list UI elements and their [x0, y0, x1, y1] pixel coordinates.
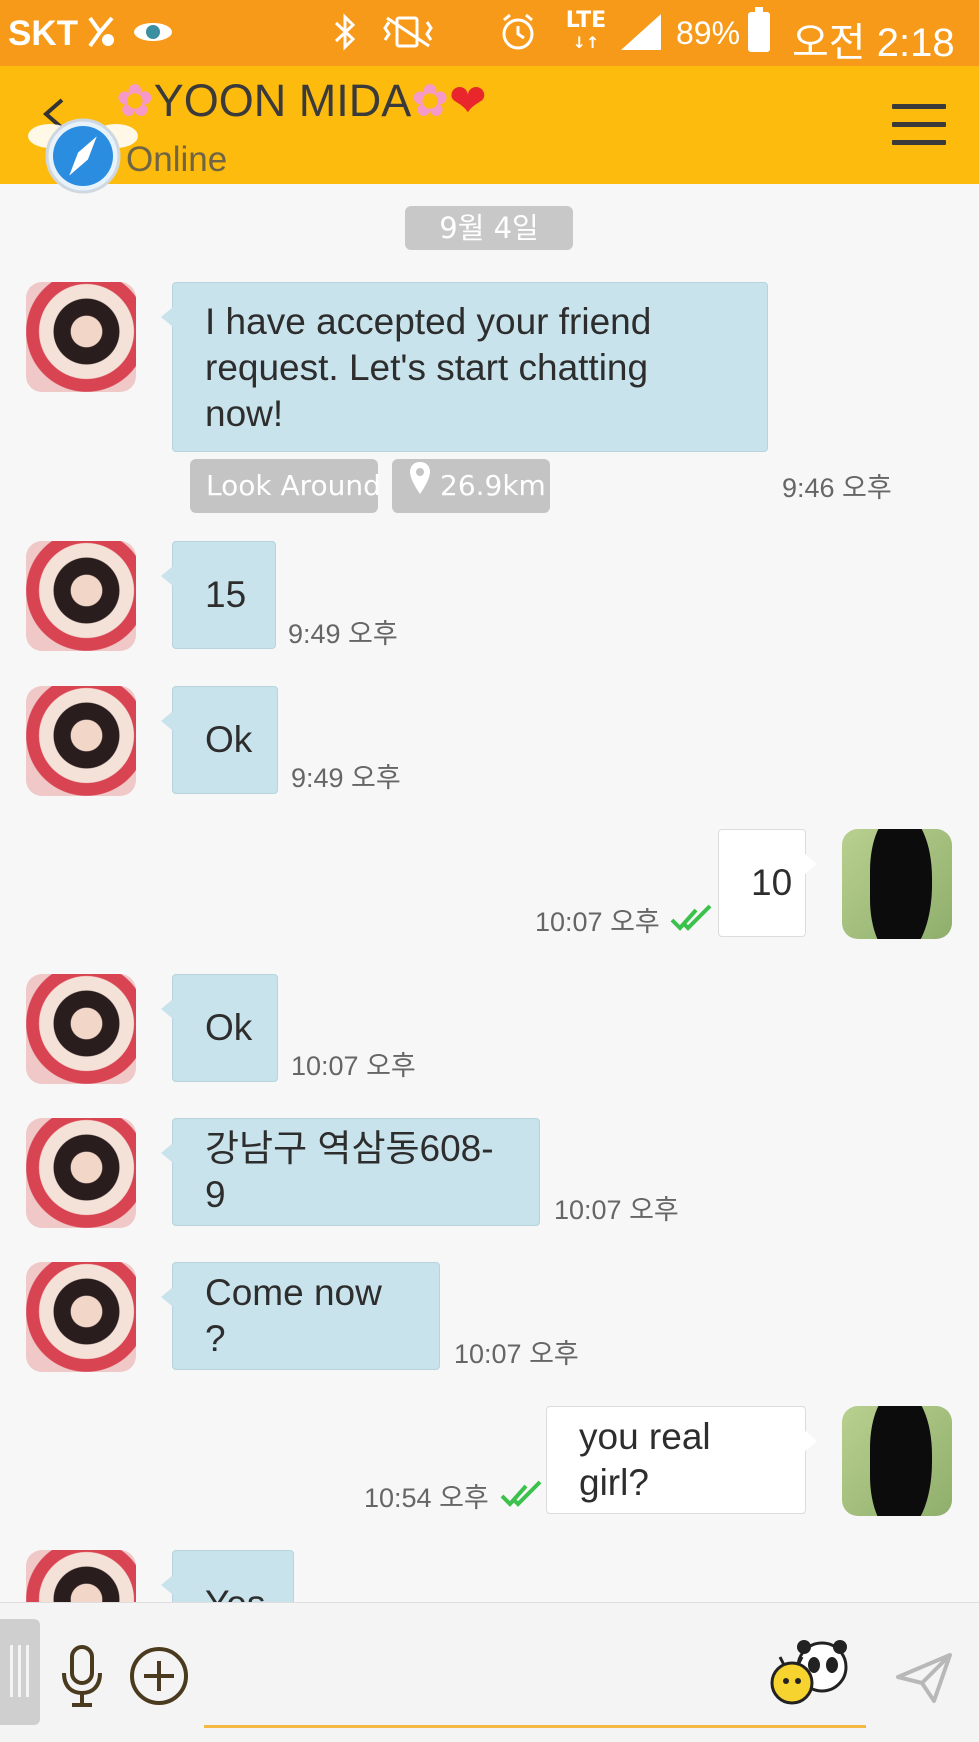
avatar[interactable]: [26, 1262, 136, 1372]
message-text: you real girl?: [579, 1416, 711, 1503]
chat-scroll-area[interactable]: 9월 4일 I have accepted your friend reques…: [0, 184, 979, 1602]
avatar[interactable]: [842, 829, 952, 939]
message-text: Come now ?: [205, 1272, 382, 1359]
message-text: 10: [751, 862, 793, 903]
heart-icon: ❤: [448, 75, 487, 126]
avatar[interactable]: [26, 1550, 136, 1602]
flower-icon: ✿: [411, 75, 449, 126]
message-text: I have accepted your friend request. Let…: [205, 301, 652, 434]
read-check-icon: [500, 1480, 542, 1507]
message-text: 강남구 역삼동608-9: [205, 1128, 494, 1215]
avatar[interactable]: [26, 282, 136, 392]
alarm-icon: [496, 12, 540, 52]
date-separator: 9월 4일: [405, 206, 573, 250]
message-text: Ok: [205, 719, 253, 760]
drawer-handle[interactable]: [0, 1619, 40, 1725]
message-bubble[interactable]: Ok: [161, 686, 278, 794]
online-status: Online: [126, 140, 228, 179]
message-text: Ok: [205, 1007, 253, 1048]
bluetooth-icon: [330, 12, 360, 52]
chat-header: ✿YOON MIDA✿❤ Online: [0, 66, 979, 194]
avatar[interactable]: [842, 1406, 952, 1516]
message-bubble[interactable]: I have accepted your friend request. Let…: [161, 282, 768, 452]
carrier-label: SKT: [8, 14, 78, 53]
plus-icon[interactable]: [128, 1645, 190, 1707]
location-pin-icon: [408, 460, 432, 514]
message-text: 15: [205, 574, 247, 615]
message-time: 9:49 오후: [291, 763, 401, 793]
message-bubble[interactable]: 강남구 역삼동608-9: [161, 1118, 540, 1226]
status-bar: SKT LTE ↓↑ 89% 오전 2:18: [0, 0, 979, 66]
message-bubble[interactable]: Yes: [161, 1550, 294, 1602]
message-time: 9:49 오후: [288, 619, 398, 649]
vibrate-icon: [380, 12, 436, 52]
send-icon[interactable]: [894, 1651, 954, 1705]
contact-name: YOON MIDA: [153, 75, 412, 126]
menu-icon[interactable]: [892, 104, 946, 146]
message-time: 10:07 오후: [454, 1339, 579, 1369]
composer-bar: [0, 1602, 979, 1742]
avatar[interactable]: [26, 686, 136, 796]
signal-icon: [618, 12, 664, 52]
avatar[interactable]: [26, 974, 136, 1084]
message-time: 9:46 오후: [782, 473, 892, 503]
message-bubble[interactable]: Come now ?: [161, 1262, 440, 1370]
read-check-icon: [670, 904, 712, 931]
message-time: 10:54 오후: [364, 1483, 489, 1513]
mic-icon[interactable]: [58, 1643, 106, 1709]
avatar[interactable]: [26, 541, 136, 651]
message-bubble[interactable]: 15: [161, 541, 276, 649]
emoji-sticker-icon[interactable]: [770, 1639, 852, 1705]
battery-percent: 89%: [676, 15, 741, 51]
message-bubble[interactable]: you real girl?: [546, 1406, 817, 1514]
look-around-button[interactable]: Look Around: [190, 459, 381, 513]
message-bubble[interactable]: Ok: [161, 974, 278, 1082]
clock: 오전 2:18: [792, 21, 955, 65]
battery-icon: [748, 7, 770, 52]
message-bubble[interactable]: 10: [718, 829, 817, 937]
camera-app-icon: [132, 12, 174, 52]
avatar[interactable]: [26, 1118, 136, 1228]
message-input[interactable]: [204, 1725, 866, 1728]
notification-icon: [84, 12, 118, 52]
distance-button[interactable]: 26.9km: [392, 459, 550, 513]
message-time: 10:07 오후: [291, 1051, 416, 1081]
lte-icon: LTE ↓↑: [565, 8, 607, 53]
contact-title: ✿YOON MIDA✿❤: [116, 74, 487, 127]
message-text: Yes: [205, 1581, 265, 1602]
flower-icon: ✿: [116, 75, 154, 126]
message-time: 10:07 오후: [535, 907, 660, 937]
message-time: 10:07 오후: [554, 1195, 679, 1225]
